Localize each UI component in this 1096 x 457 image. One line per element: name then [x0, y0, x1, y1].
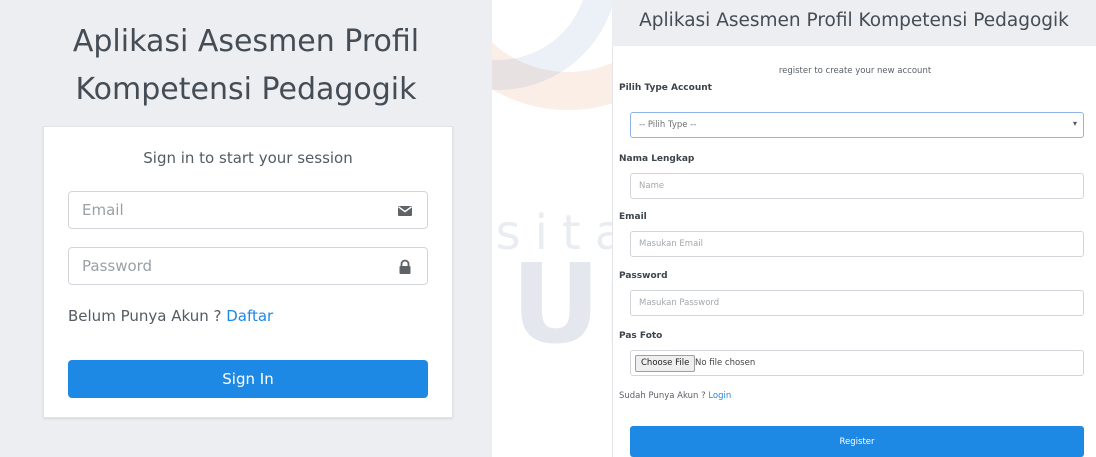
login-password-input[interactable]	[69, 248, 427, 284]
have-account-text: Sudah Punya Akun ?	[619, 391, 706, 401]
register-app-title: Aplikasi Asesmen Profil Kompetensi Pedag…	[639, 10, 1069, 31]
login-app-title-line1: Aplikasi Asesmen Profil	[72, 24, 420, 59]
photo-file-input[interactable]: Choose File No file chosen	[630, 350, 1084, 376]
login-app-title: Aplikasi Asesmen Profil Kompetensi Pedag…	[0, 18, 492, 114]
fullname-input[interactable]	[631, 174, 1083, 198]
register-email-label: Email	[619, 212, 647, 222]
no-file-chosen-text: No file chosen	[695, 358, 756, 368]
screenshot-stage: Universitas Esa Unggul Aplikasi Asesmen …	[0, 0, 1096, 457]
register-page: Aplikasi Asesmen Profil Kompetensi Pedag…	[612, 0, 1096, 457]
sign-in-button[interactable]: Sign In	[68, 360, 428, 398]
login-email-field[interactable]	[68, 191, 428, 229]
account-type-selected-value: -- Pilih Type --	[639, 120, 697, 130]
envelope-icon	[398, 206, 412, 216]
register-have-account-row: Sudah Punya Akun ? Login	[619, 391, 731, 401]
register-password-input[interactable]	[631, 291, 1083, 315]
login-card: Sign in to start your session Belum Puny…	[43, 126, 453, 418]
fullname-field[interactable]	[630, 173, 1084, 199]
register-email-field[interactable]	[630, 231, 1084, 257]
login-email-input[interactable]	[69, 192, 427, 228]
account-type-label: Pilih Type Account	[619, 83, 712, 93]
register-password-field[interactable]	[630, 290, 1084, 316]
login-password-field[interactable]	[68, 247, 428, 285]
register-header: Aplikasi Asesmen Profil Kompetensi Pedag…	[612, 0, 1096, 46]
login-app-title-line2: Kompetensi Pedagogik	[75, 72, 417, 107]
login-no-account-row: Belum Punya Akun ? Daftar	[68, 307, 273, 325]
register-button[interactable]: Register	[630, 426, 1084, 457]
register-password-label: Password	[619, 271, 668, 281]
photo-label: Pas Foto	[619, 331, 663, 341]
login-message: Sign in to start your session	[143, 149, 353, 167]
login-page: Aplikasi Asesmen Profil Kompetensi Pedag…	[0, 0, 492, 457]
login-link[interactable]: Login	[708, 391, 731, 401]
register-card: register to create your new account Pili…	[612, 46, 1096, 457]
register-email-input[interactable]	[631, 232, 1083, 256]
register-link[interactable]: Daftar	[226, 307, 273, 325]
login-no-account-text: Belum Punya Akun ?	[68, 307, 222, 325]
choose-file-button[interactable]: Choose File	[635, 355, 696, 372]
lock-icon	[399, 259, 411, 274]
select-arrow-icon: ▾	[1072, 119, 1077, 128]
fullname-label: Nama Lengkap	[619, 154, 695, 164]
account-type-select[interactable]: -- Pilih Type -- ▾	[630, 112, 1084, 138]
register-message: register to create your new account	[778, 66, 932, 76]
